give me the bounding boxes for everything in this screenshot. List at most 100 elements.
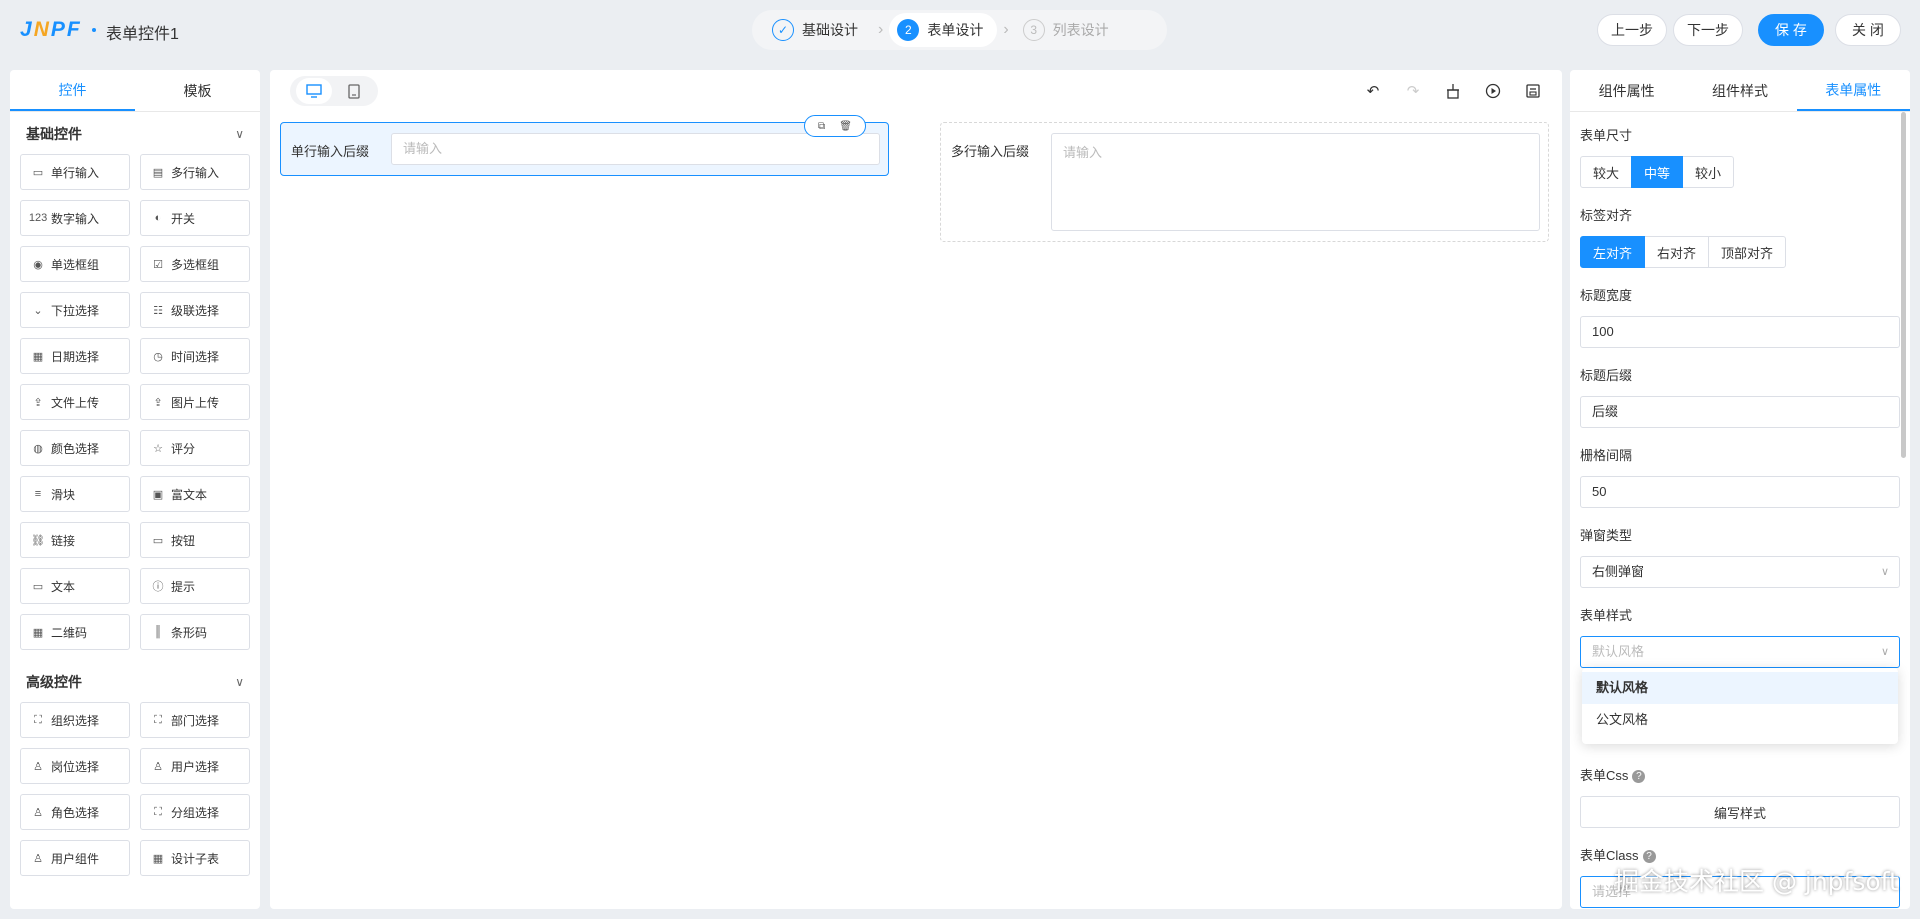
- component-label: 部门选择: [171, 713, 220, 728]
- component-icon: ║: [154, 626, 162, 638]
- next-step-button[interactable]: 下一步: [1673, 14, 1743, 46]
- write-style-button[interactable]: 编写样式: [1580, 796, 1900, 828]
- component-item[interactable]: ▣ 富文本: [140, 476, 250, 512]
- chevron-right-icon: ›: [1003, 21, 1009, 38]
- component-item[interactable]: ▤ 多行输入: [140, 154, 250, 190]
- tab-controls[interactable]: 控件: [10, 70, 135, 111]
- copy-icon[interactable]: ⧉: [818, 121, 825, 132]
- tablet-icon[interactable]: [336, 78, 372, 104]
- tab-templates[interactable]: 模板: [135, 70, 260, 111]
- component-item[interactable]: ☑ 多选框组: [140, 246, 250, 282]
- component-label: 设计子表: [171, 851, 220, 866]
- form-css-prop: 表单Css? 编写样式: [1580, 765, 1900, 828]
- dropdown-option-default[interactable]: 默认风格: [1582, 672, 1898, 704]
- save-button[interactable]: 保 存: [1758, 14, 1824, 46]
- component-item[interactable]: ⇪ 图片上传: [140, 384, 250, 420]
- step-list-design[interactable]: 3 列表设计: [1015, 13, 1123, 47]
- save-json-icon[interactable]: [1524, 82, 1542, 100]
- component-item[interactable]: 123 数字输入: [20, 200, 130, 236]
- component-item[interactable]: ▦ 设计子表: [140, 840, 250, 876]
- component-item[interactable]: ⛶ 部门选择: [140, 702, 250, 738]
- component-item[interactable]: ▭ 单行输入: [20, 154, 130, 190]
- popup-type-select[interactable]: 右侧弹窗 ∨: [1580, 556, 1900, 588]
- logo-separator: [92, 28, 96, 32]
- title-suffix-input[interactable]: 后缀: [1580, 396, 1900, 428]
- component-icon: ☆: [153, 442, 163, 455]
- watermark: 掘金技术社区 @ jnpfsoft: [1614, 867, 1899, 896]
- multi-line-input-field[interactable]: 多行输入后缀 请输入: [940, 122, 1549, 242]
- component-item[interactable]: ║ 条形码: [140, 614, 250, 650]
- component-item[interactable]: ▦ 日期选择: [20, 338, 130, 374]
- help-icon[interactable]: ?: [1632, 770, 1646, 784]
- component-label: 用户组件: [51, 851, 100, 866]
- component-item[interactable]: ⛶ 分组选择: [140, 794, 250, 830]
- component-item[interactable]: ▭ 按钮: [140, 522, 250, 558]
- single-line-input-field[interactable]: 单行输入后缀 请输入 ⧉ 🗑: [280, 115, 889, 176]
- component-icon: ▭: [32, 580, 44, 593]
- component-icon: ⓘ: [152, 581, 164, 593]
- align-top-button[interactable]: 顶部对齐: [1708, 236, 1787, 268]
- redo-icon[interactable]: ↷: [1404, 82, 1422, 100]
- component-item[interactable]: ≡ 滑块: [20, 476, 130, 512]
- delete-icon[interactable]: 🗑: [839, 121, 852, 132]
- component-label: 颜色选择: [51, 441, 100, 456]
- tab-component-props[interactable]: 组件属性: [1570, 70, 1683, 111]
- component-item[interactable]: ◷ 时间选择: [140, 338, 250, 374]
- title-width-input[interactable]: 100: [1580, 316, 1900, 348]
- top-bar: JNPF 表单控件1 ✓ 基础设计 › 2 表单设计 › 3 列表设计 上一步 …: [0, 0, 1920, 60]
- component-item[interactable]: ♙ 角色选择: [20, 794, 130, 830]
- component-item[interactable]: ♙ 岗位选择: [20, 748, 130, 784]
- component-item[interactable]: ⌄ 下拉选择: [20, 292, 130, 328]
- component-label: 日期选择: [51, 349, 100, 364]
- form-size-segment: 较大 中等 较小: [1580, 156, 1735, 188]
- component-icon: ◷: [153, 350, 163, 363]
- component-label: 提示: [171, 579, 196, 594]
- desktop-icon[interactable]: [296, 78, 332, 104]
- prev-step-button[interactable]: 上一步: [1597, 14, 1667, 46]
- component-item[interactable]: ♙ 用户组件: [20, 840, 130, 876]
- component-item[interactable]: ⛶ 组织选择: [20, 702, 130, 738]
- size-large-button[interactable]: 较大: [1580, 156, 1633, 188]
- component-item[interactable]: ⛓ 链接: [20, 522, 130, 558]
- align-right-button[interactable]: 右对齐: [1644, 236, 1710, 268]
- size-small-button[interactable]: 较小: [1682, 156, 1735, 188]
- component-item[interactable]: ⇪ 文件上传: [20, 384, 130, 420]
- basic-controls-header[interactable]: 基础控件 ∨: [10, 114, 260, 154]
- component-item[interactable]: ◍ 颜色选择: [20, 430, 130, 466]
- undo-icon[interactable]: ↶: [1364, 82, 1382, 100]
- preview-icon[interactable]: [1484, 82, 1502, 100]
- size-medium-button[interactable]: 中等: [1631, 156, 1684, 188]
- component-item[interactable]: ♙ 用户选择: [140, 748, 250, 784]
- align-left-button[interactable]: 左对齐: [1580, 236, 1646, 268]
- select-placeholder: 默认风格: [1592, 644, 1645, 659]
- component-icon: ◐: [154, 212, 162, 224]
- clear-icon[interactable]: [1444, 82, 1462, 100]
- check-icon: ✓: [772, 19, 794, 41]
- gutter-input[interactable]: 50: [1580, 476, 1900, 508]
- component-item[interactable]: ▭ 文本: [20, 568, 130, 604]
- component-item[interactable]: ◐ 开关: [140, 200, 250, 236]
- close-button[interactable]: 关 闭: [1835, 14, 1901, 46]
- step-basic-design[interactable]: ✓ 基础设计: [764, 13, 872, 47]
- component-item[interactable]: ◉ 单选框组: [20, 246, 130, 282]
- component-icon: ☑: [153, 258, 163, 271]
- field-textarea[interactable]: 请输入: [1051, 133, 1540, 231]
- prop-label: 弹窗类型: [1580, 528, 1633, 543]
- tab-form-props[interactable]: 表单属性: [1796, 70, 1910, 111]
- component-item[interactable]: ☷ 级联选择: [140, 292, 250, 328]
- design-canvas: ↶ ↷ 单行输入后缀 请输入 ⧉ 🗑 多行输入后缀 请输入: [270, 70, 1562, 909]
- form-style-dropdown: 默认风格 公文风格: [1582, 668, 1898, 744]
- advanced-controls-header[interactable]: 高级控件 ∨: [10, 662, 260, 702]
- tab-component-style[interactable]: 组件样式: [1683, 70, 1796, 111]
- component-item[interactable]: ☆ 评分: [140, 430, 250, 466]
- component-icon: ≡: [34, 488, 42, 500]
- field-input[interactable]: 请输入: [391, 133, 880, 165]
- component-item[interactable]: ⓘ 提示: [140, 568, 250, 604]
- step-form-design[interactable]: 2 表单设计: [889, 13, 998, 47]
- component-label: 文件上传: [51, 395, 100, 410]
- app-logo: JNPF: [20, 18, 82, 41]
- component-item[interactable]: ▦ 二维码: [20, 614, 130, 650]
- dropdown-option-official[interactable]: 公文风格: [1582, 704, 1898, 736]
- form-style-select[interactable]: 默认风格 ∨: [1580, 636, 1900, 668]
- properties-scrollbar[interactable]: [1901, 112, 1906, 458]
